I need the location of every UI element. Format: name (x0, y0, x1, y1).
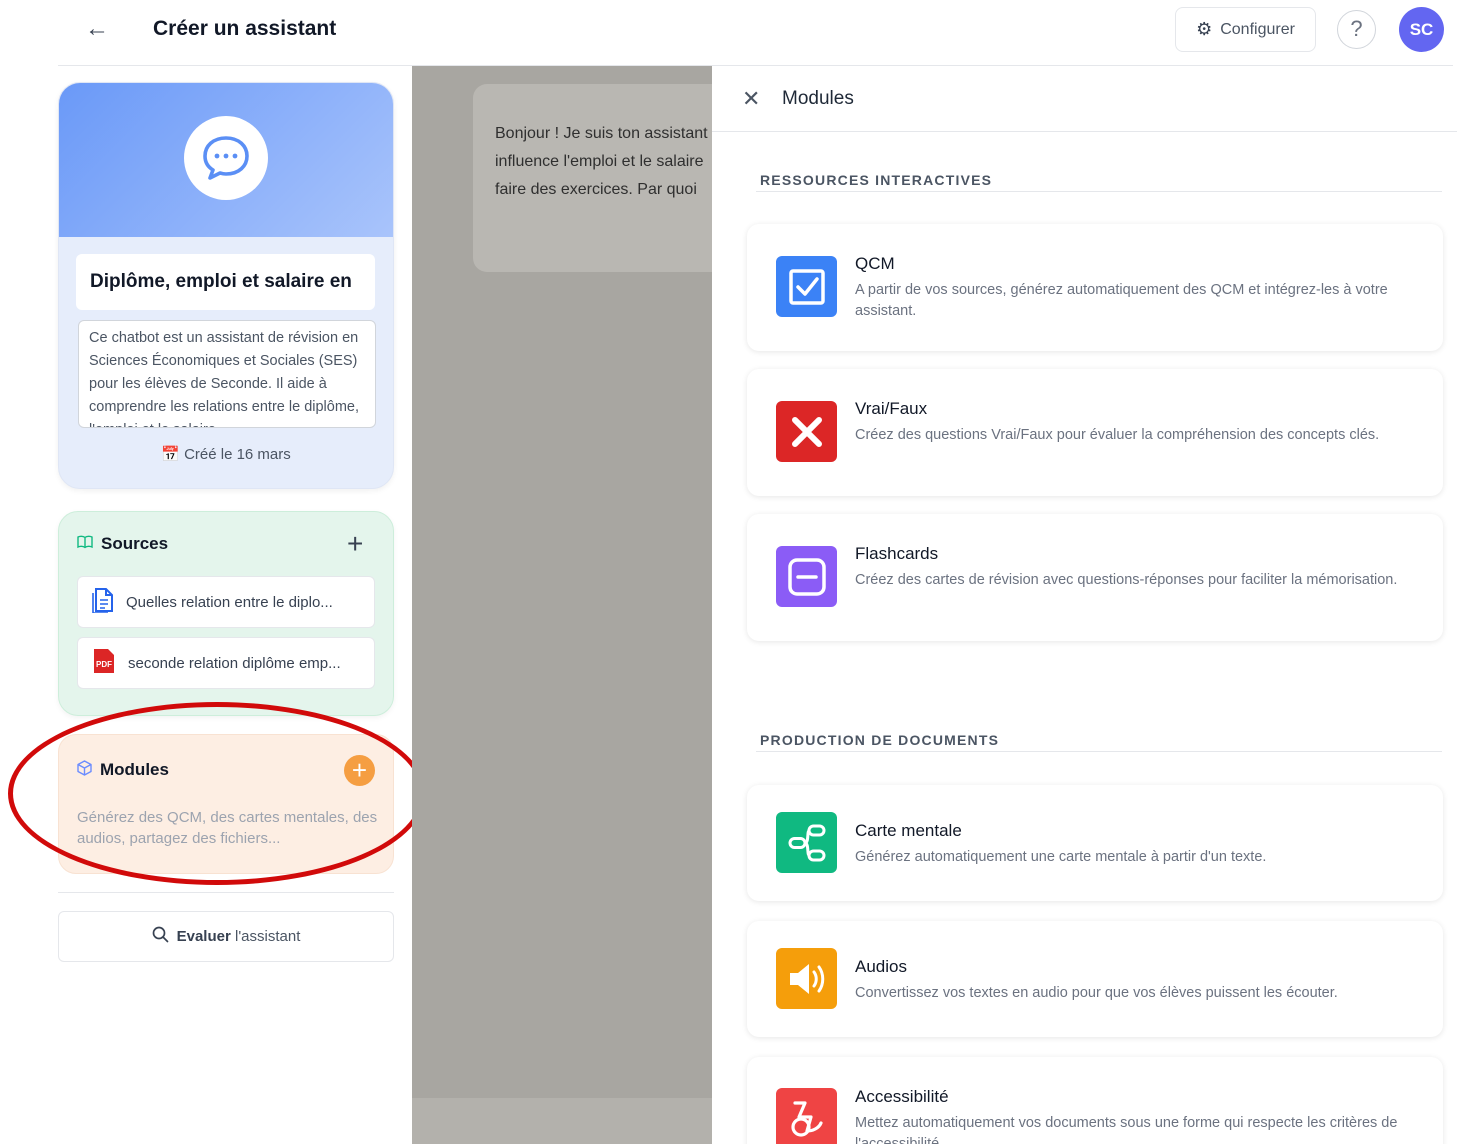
close-icon[interactable]: ✕ (742, 86, 760, 112)
book-icon (77, 535, 93, 554)
checkbox-icon (776, 256, 837, 317)
configure-button[interactable]: ⚙ Configurer (1175, 7, 1316, 52)
document-icon (92, 587, 114, 617)
assistant-name-field[interactable]: Diplôme, emploi et salaire en (76, 254, 375, 310)
module-card-accessibility[interactable]: Accessibilité Mettez automatiquement vos… (747, 1057, 1443, 1144)
source-item[interactable]: PDF seconde relation diplôme emp... (77, 637, 375, 689)
chat-input-area (412, 1098, 712, 1144)
module-description: Générez automatiquement une carte mental… (855, 849, 1267, 865)
module-description: Créez des cartes de révision avec questi… (855, 572, 1398, 588)
evaluate-label-rest: l'assistant (234, 928, 301, 945)
accessibility-icon (776, 1088, 837, 1144)
top-bar: ← Créer un assistant ⚙ Configurer ? SC (0, 0, 1457, 66)
section-title: RESSOURCES INTERACTIVES (760, 172, 993, 188)
assistant-description-field[interactable]: Ce chatbot est un assistant de révision … (78, 320, 376, 428)
modules-title: Modules (100, 760, 169, 779)
search-icon (152, 926, 169, 947)
module-title: Vrai/Faux (855, 399, 928, 418)
chat-line: Bonjour ! Je suis ton assistant (495, 125, 708, 142)
created-date-label: Créé le 16 mars (184, 446, 291, 463)
back-arrow-icon[interactable]: ← (84, 16, 110, 42)
source-item[interactable]: Quelles relation entre le diplo... (77, 576, 375, 628)
source-label: Quelles relation entre le diplo... (126, 593, 333, 611)
calendar-icon: 📅 (161, 446, 180, 463)
chat-line: influence l'emploi et le salaire (495, 153, 704, 170)
source-label: seconde relation diplôme emp... (128, 654, 341, 672)
module-title: QCM (855, 254, 895, 273)
modules-description: Générez des QCM, des cartes mentales, de… (77, 809, 378, 847)
x-mark-icon (776, 401, 837, 462)
chat-message: Bonjour ! Je suis ton assistant influenc… (473, 84, 733, 272)
modules-panel: ✕ Modules RESSOURCES INTERACTIVES QCM A … (712, 66, 1457, 1144)
pdf-icon: PDF (92, 648, 116, 678)
modules-header: Modules (77, 760, 169, 780)
module-card-true-false[interactable]: Vrai/Faux Créez des questions Vrai/Faux … (747, 369, 1443, 496)
module-title: Audios (855, 957, 907, 976)
configure-label: Configurer (1220, 20, 1295, 38)
module-description: Convertissez vos textes en audio pour qu… (855, 985, 1338, 1001)
module-card-mind-map[interactable]: Carte mentale Générez automatiquement un… (747, 785, 1443, 901)
panel-header-divider (712, 131, 1457, 132)
chat-bubble-icon (184, 116, 268, 200)
panel-title: Modules (782, 88, 854, 109)
section-divider (756, 191, 1442, 192)
module-title: Carte mentale (855, 821, 962, 840)
gear-icon: ⚙ (1196, 19, 1213, 39)
evaluate-label-bold: Evaluer (176, 928, 231, 945)
module-card-flashcards[interactable]: Flashcards Créez des cartes de révision … (747, 514, 1443, 641)
chat-line: faire des exercices. Par quoi (495, 181, 697, 198)
sources-header: Sources (77, 534, 168, 554)
assistant-card: Diplôme, emploi et salaire en Ce chatbot… (58, 82, 394, 489)
modules-card[interactable]: Modules + Générez des QCM, des cartes me… (58, 734, 394, 874)
page-title: Créer un assistant (153, 17, 337, 40)
section-title: PRODUCTION DE DOCUMENTS (760, 732, 1000, 748)
module-description: Créez des questions Vrai/Faux pour évalu… (855, 427, 1380, 443)
sources-card: Sources + Quelles relation entre le dipl… (58, 511, 394, 716)
speaker-icon (776, 948, 837, 1009)
created-date: 📅 Créé le 16 mars (59, 445, 393, 463)
help-button[interactable]: ? (1337, 10, 1376, 49)
flashcard-icon (776, 546, 837, 607)
module-description: Mettez automatiquement vos documents sou… (855, 1115, 1398, 1144)
module-card-audio[interactable]: Audios Convertissez vos textes en audio … (747, 921, 1443, 1037)
section-divider (756, 751, 1442, 752)
svg-text:PDF: PDF (96, 660, 112, 669)
sources-title: Sources (101, 534, 169, 553)
module-title: Accessibilité (855, 1087, 949, 1106)
add-source-button[interactable]: + (347, 530, 363, 558)
mind-map-icon (776, 812, 837, 873)
evaluate-assistant-button[interactable]: Evaluer l'assistant (58, 911, 394, 962)
add-module-button[interactable]: + (344, 755, 375, 786)
module-title: Flashcards (855, 544, 939, 563)
module-card-qcm[interactable]: QCM A partir de vos sources, générez aut… (747, 224, 1443, 351)
left-divider (58, 892, 394, 893)
cube-icon (77, 760, 92, 780)
avatar[interactable]: SC (1399, 7, 1444, 52)
module-description: A partir de vos sources, générez automat… (855, 282, 1388, 319)
